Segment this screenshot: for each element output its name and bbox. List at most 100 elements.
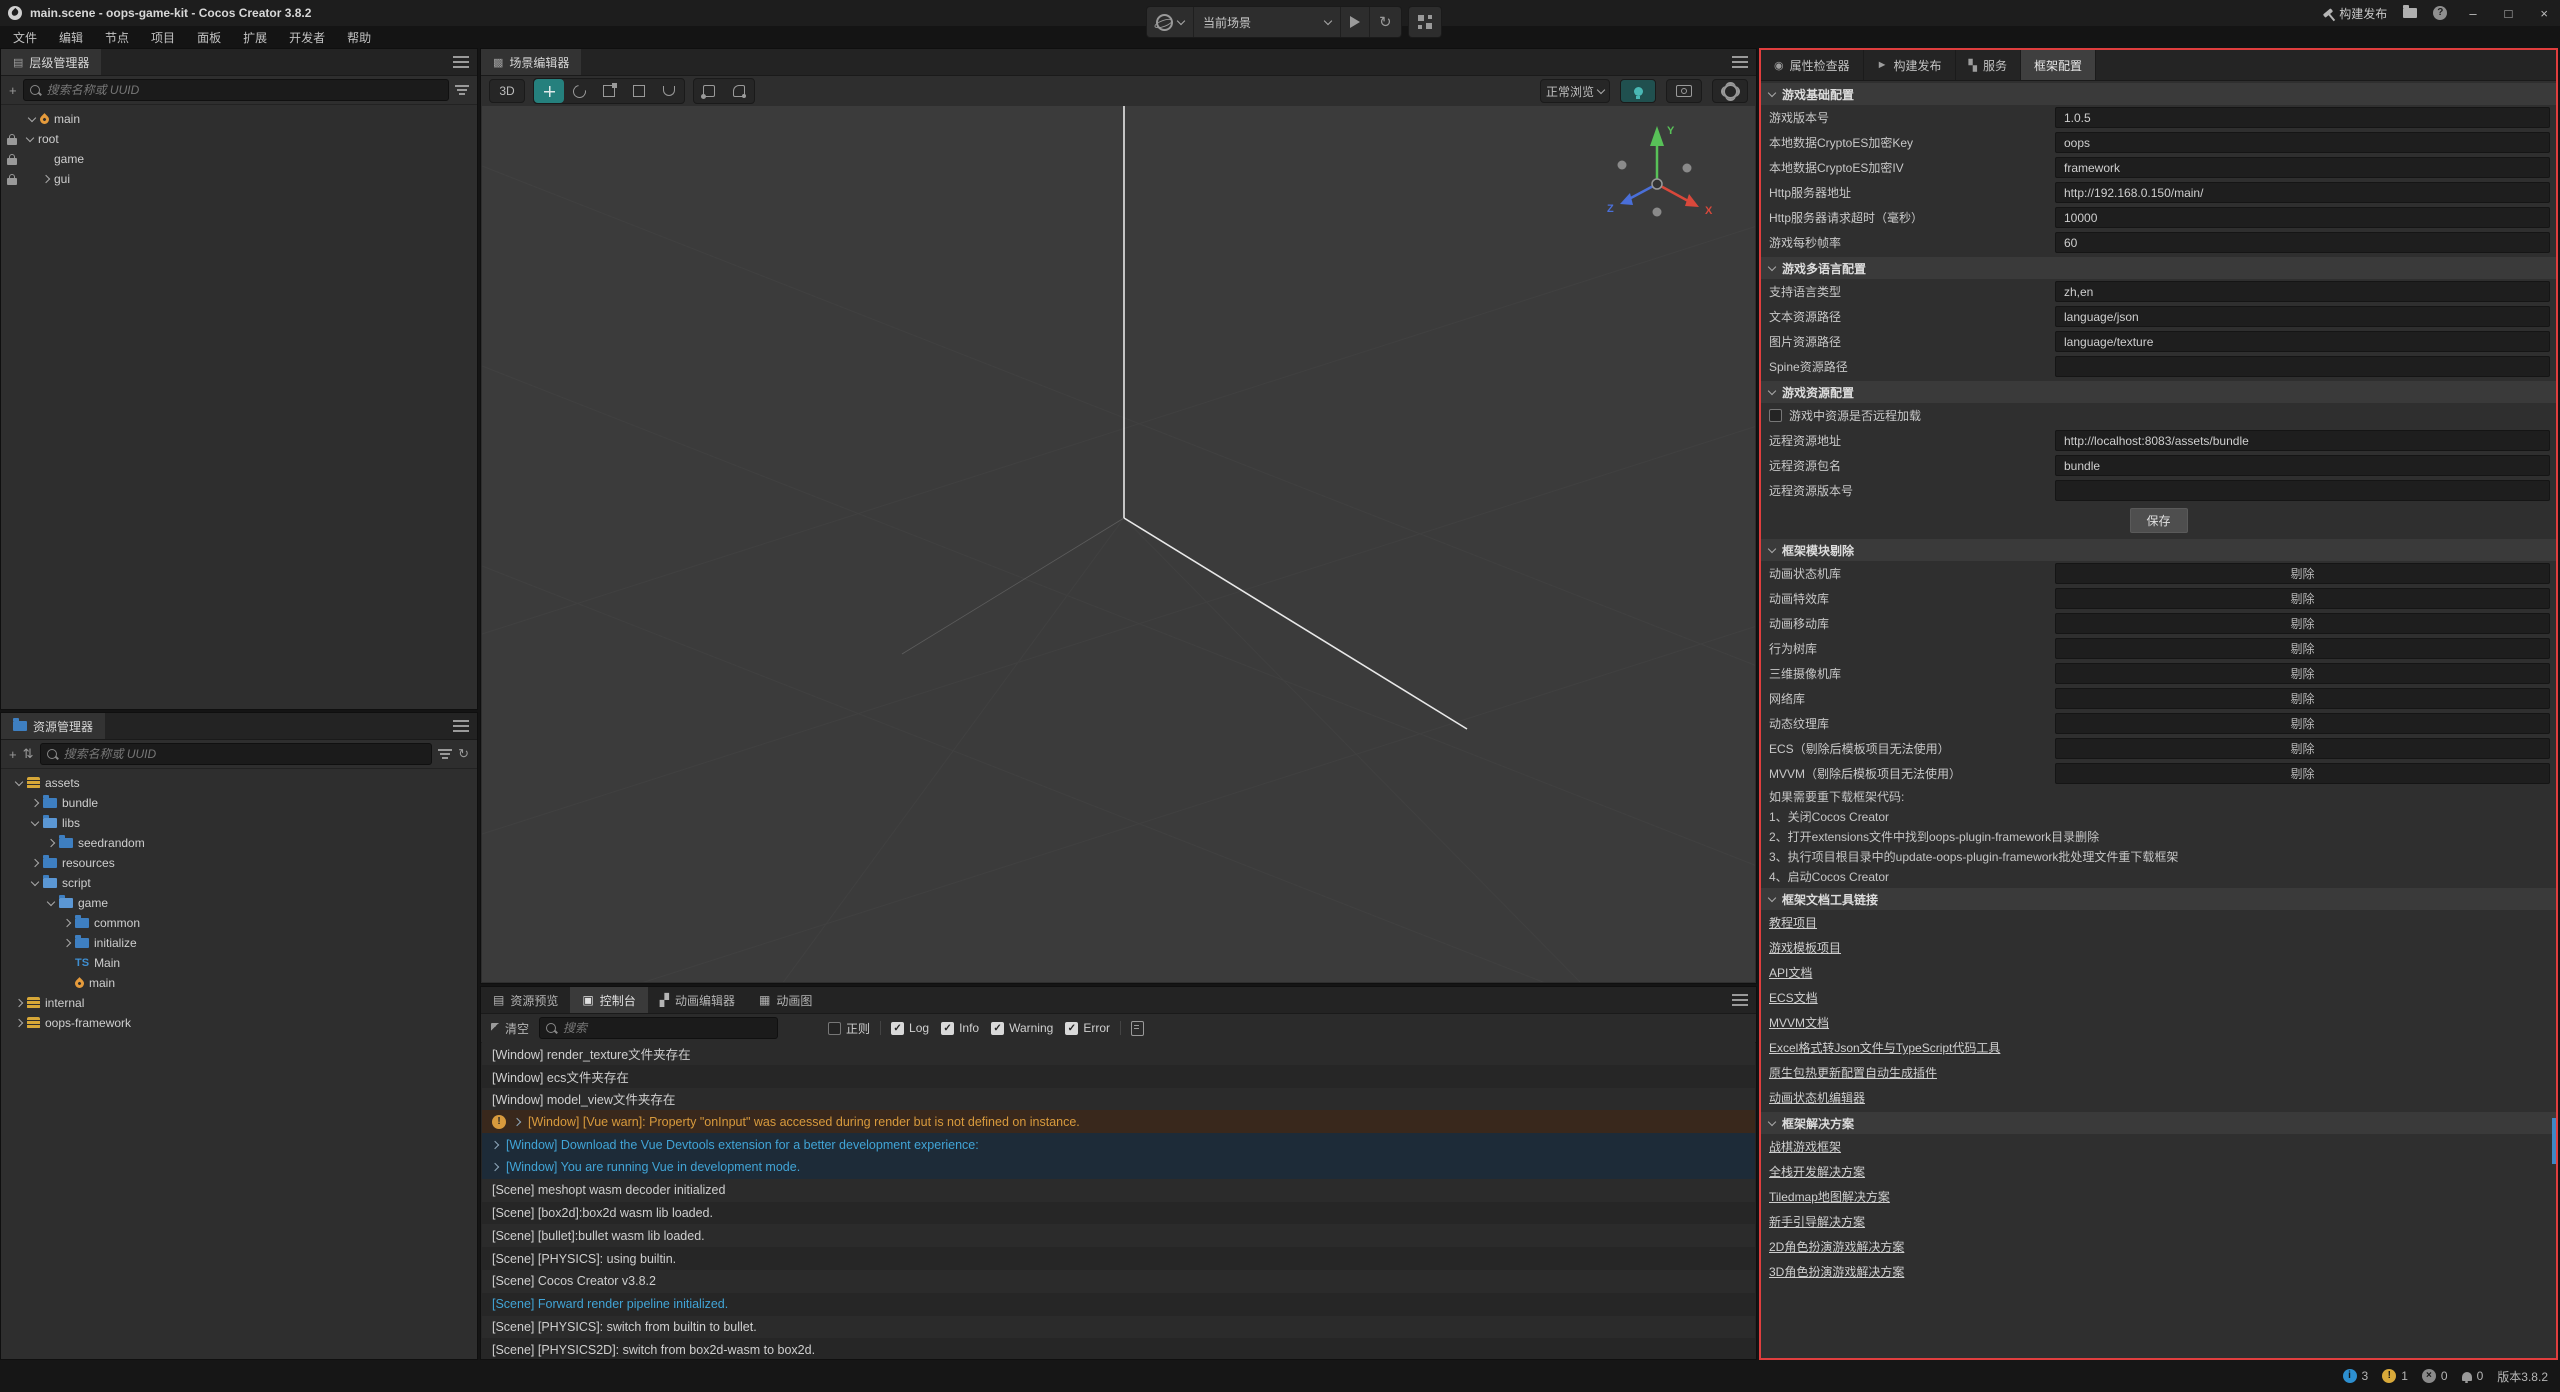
assets-search-input[interactable] [62, 746, 426, 762]
log-row[interactable]: [Scene] [PHYSICS]: switch from builtin t… [482, 1316, 1755, 1339]
remote-load-checkbox[interactable]: 游戏中资源是否远程加载 [1761, 403, 2556, 428]
lock-icon[interactable] [7, 178, 17, 185]
coordinate-toggle-button[interactable] [724, 79, 754, 103]
doc-link[interactable]: 动画状态机编辑器 [1769, 1089, 1865, 1106]
log-row[interactable]: [Scene] Cocos Creator v3.8.2 [482, 1270, 1755, 1293]
doc-link[interactable]: 3D角色扮演游戏解决方案 [1769, 1263, 1904, 1280]
tab-服务[interactable]: ▚服务 [1956, 50, 2021, 80]
rotate-tool-button[interactable] [564, 79, 594, 103]
maximize-button[interactable]: □ [2499, 6, 2519, 21]
field-input[interactable]: language/json [2055, 306, 2550, 327]
regex-checkbox[interactable]: 正则 [828, 1020, 870, 1037]
menu-item[interactable]: 文件 [2, 27, 48, 48]
remove-button[interactable]: 剔除 [2055, 688, 2550, 709]
clear-console-button[interactable]: 清空 [491, 1020, 529, 1037]
log-file-icon[interactable] [1131, 1021, 1144, 1036]
info-count[interactable]: i 3 [2343, 1369, 2369, 1383]
device-preview-button[interactable] [1409, 7, 1441, 37]
tab-动画编辑器[interactable]: ▞动画编辑器 [648, 987, 747, 1013]
filter-info[interactable]: ✓Info [941, 1021, 979, 1035]
remove-button[interactable]: 剔除 [2055, 763, 2550, 784]
section-header[interactable]: 框架模块剔除 [1761, 539, 2556, 561]
field-input[interactable]: 1.0.5 [2055, 107, 2550, 128]
expand-arrow-icon[interactable] [15, 999, 23, 1007]
asset-node[interactable]: game [1, 893, 477, 913]
lock-icon[interactable] [7, 158, 17, 165]
asset-node[interactable]: seedrandom [1, 833, 477, 853]
field-input[interactable]: framework [2055, 157, 2550, 178]
mode-3d-button[interactable]: 3D [489, 79, 525, 103]
create-asset-button[interactable]: + [9, 747, 17, 762]
expand-arrow-icon[interactable] [513, 1118, 521, 1126]
filter-icon[interactable] [438, 749, 452, 759]
close-button[interactable]: × [2534, 6, 2554, 21]
field-input[interactable]: language/texture [2055, 331, 2550, 352]
expand-arrow-icon[interactable] [31, 877, 39, 885]
remove-button[interactable]: 剔除 [2055, 613, 2550, 634]
log-row[interactable]: [Window] render_texture文件夹存在 [482, 1042, 1755, 1065]
view-mode-dropdown[interactable]: 正常浏览 [1540, 79, 1610, 103]
tab-属性检查器[interactable]: ◉属性检查器 [1761, 50, 1864, 80]
section-header[interactable]: 框架解决方案 [1761, 1112, 2556, 1134]
log-row[interactable]: [Window] Download the Vue Devtools exten… [482, 1133, 1755, 1156]
log-row[interactable]: [Window] ecs文件夹存在 [482, 1065, 1755, 1088]
expand-arrow-icon[interactable] [15, 1019, 23, 1027]
field-input[interactable]: 60 [2055, 232, 2550, 253]
create-node-button[interactable]: + [9, 83, 17, 98]
help-icon[interactable]: ? [2433, 6, 2447, 20]
menu-item[interactable]: 开发者 [278, 27, 336, 48]
expand-arrow-icon[interactable] [63, 939, 71, 947]
move-tool-button[interactable] [534, 79, 564, 103]
menu-item[interactable]: 帮助 [336, 27, 382, 48]
filter-warning[interactable]: ✓Warning [991, 1021, 1053, 1035]
filter-error[interactable]: ✓Error [1065, 1021, 1110, 1035]
remove-button[interactable]: 剔除 [2055, 638, 2550, 659]
doc-link[interactable]: 新手引导解决方案 [1769, 1213, 1865, 1230]
asset-node[interactable]: oops-framework [1, 1013, 477, 1033]
filter-icon[interactable] [455, 85, 469, 95]
sort-assets-icon[interactable]: ⇅ [23, 746, 34, 762]
doc-link[interactable]: ECS文档 [1769, 989, 1818, 1006]
section-header[interactable]: 游戏资源配置 [1761, 381, 2556, 403]
doc-link[interactable]: 教程项目 [1769, 914, 1817, 931]
menu-item[interactable]: 编辑 [48, 27, 94, 48]
restart-button[interactable]: ↻ [1370, 7, 1401, 37]
doc-link[interactable]: MVVM文档 [1769, 1014, 1829, 1031]
filter-log[interactable]: ✓Log [891, 1021, 929, 1035]
remove-button[interactable]: 剔除 [2055, 713, 2550, 734]
doc-link[interactable]: 游戏模板项目 [1769, 939, 1841, 956]
field-input[interactable]: oops [2055, 132, 2550, 153]
tab-scene-editor[interactable]: ▩ 场景编辑器 [481, 49, 581, 75]
console-search-input[interactable] [561, 1020, 771, 1036]
tab-控制台[interactable]: ▣控制台 [570, 987, 647, 1013]
preview-target-button[interactable] [1147, 7, 1194, 37]
expand-arrow-icon[interactable] [31, 817, 39, 825]
scale-tool-button[interactable] [594, 79, 624, 103]
menu-item[interactable]: 节点 [94, 27, 140, 48]
expand-arrow-icon[interactable] [47, 839, 55, 847]
tab-动画图[interactable]: ▦动画图 [747, 987, 824, 1013]
tree-node[interactable]: game [1, 149, 477, 169]
field-input[interactable] [2055, 480, 2550, 501]
doc-link[interactable]: 战棋游戏框架 [1769, 1138, 1841, 1155]
log-row[interactable]: [Window] You are running Vue in developm… [482, 1156, 1755, 1179]
scene-viewport[interactable]: Y X Z [482, 106, 1755, 982]
menu-item[interactable]: 面板 [186, 27, 232, 48]
pivot-toggle-button[interactable] [694, 79, 724, 103]
section-header[interactable]: 游戏基础配置 [1761, 83, 2556, 105]
expand-arrow-icon[interactable] [31, 799, 39, 807]
menu-item[interactable]: 扩展 [232, 27, 278, 48]
transform-tool-button[interactable] [654, 79, 684, 103]
refresh-icon[interactable]: ↻ [458, 746, 469, 762]
rect-tool-button[interactable] [624, 79, 654, 103]
doc-link[interactable]: 2D角色扮演游戏解决方案 [1769, 1238, 1904, 1255]
log-row[interactable]: [Scene] [bullet]:bullet wasm lib loaded. [482, 1224, 1755, 1247]
field-input[interactable] [2055, 356, 2550, 377]
asset-node[interactable]: initialize [1, 933, 477, 953]
warning-count[interactable]: ! 1 [2382, 1369, 2408, 1383]
log-row[interactable]: ![Window] [Vue warn]: Property "onInput"… [482, 1110, 1755, 1133]
expand-arrow-icon[interactable] [63, 919, 71, 927]
tree-node[interactable]: main [1, 109, 477, 129]
remove-button[interactable]: 剔除 [2055, 738, 2550, 759]
tab-hierarchy[interactable]: ▤ 层级管理器 [1, 49, 101, 75]
